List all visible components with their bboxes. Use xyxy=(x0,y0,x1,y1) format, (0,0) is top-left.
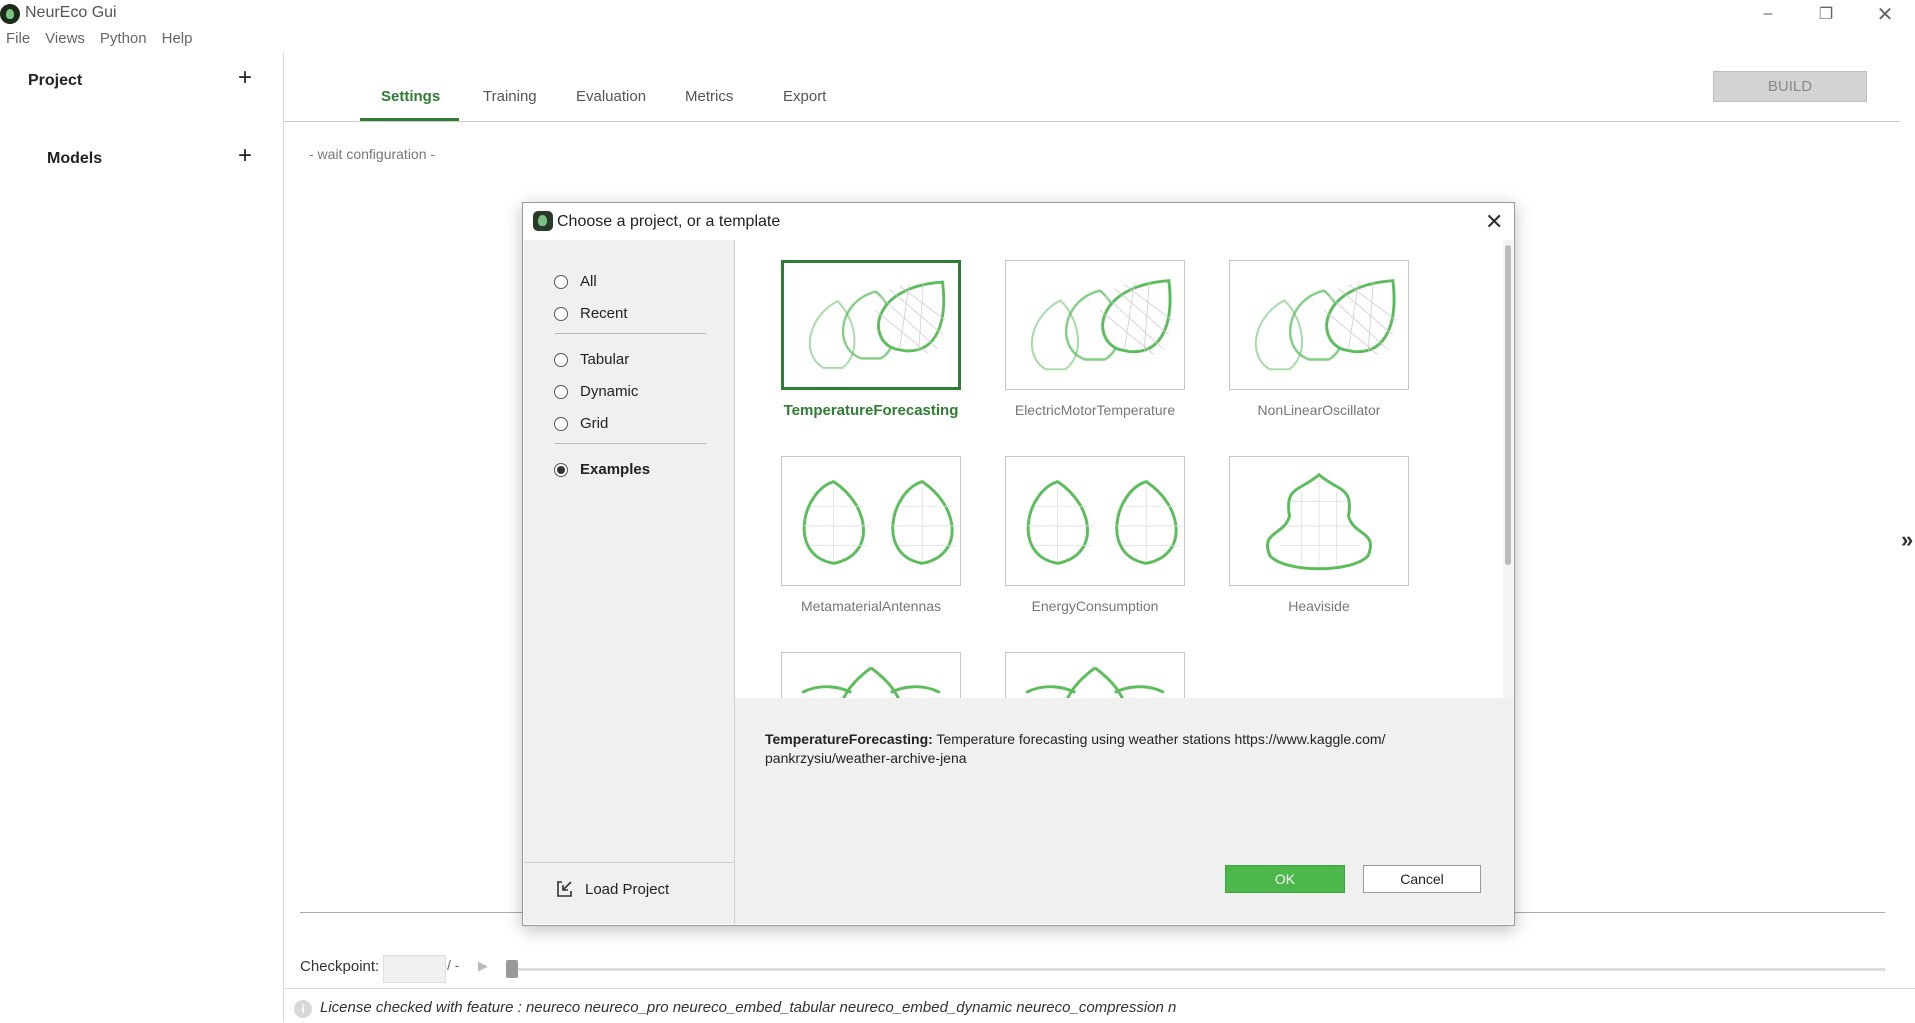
checkpoint-total: / - xyxy=(447,957,460,973)
filter-all[interactable]: All xyxy=(554,273,597,290)
template-card[interactable] xyxy=(781,260,961,390)
add-model-button[interactable]: + xyxy=(238,142,252,170)
menu-bar: File Views Python Help xyxy=(0,28,201,52)
dialog-close-icon[interactable]: ✕ xyxy=(1485,209,1503,235)
dialog-title: Choose a project, or a template xyxy=(557,213,781,230)
template-card[interactable] xyxy=(1229,260,1409,390)
filter-examples[interactable]: Examples xyxy=(554,461,650,478)
radio-recent[interactable] xyxy=(554,306,568,321)
two-drops-icon xyxy=(802,479,960,565)
template-card-label: TemperatureForecasting xyxy=(783,402,959,419)
right-panel-handle xyxy=(1900,52,1915,988)
filter-separator xyxy=(555,443,706,444)
filter-tabular[interactable]: Tabular xyxy=(554,351,629,368)
template-card[interactable] xyxy=(1005,260,1185,390)
radio-tabular[interactable] xyxy=(554,352,568,367)
checkpoint-slider-thumb[interactable] xyxy=(506,960,518,978)
filter-separator xyxy=(555,333,706,334)
restore-button[interactable]: ❐ xyxy=(1803,0,1849,28)
active-tab-indicator xyxy=(360,118,459,121)
lotus-icon xyxy=(1025,666,1165,698)
menu-help[interactable]: Help xyxy=(156,28,202,52)
three-leaves-icon xyxy=(1254,279,1397,371)
template-card[interactable] xyxy=(781,652,961,698)
filter-dynamic-label: Dynamic xyxy=(580,383,639,400)
filter-tabular-label: Tabular xyxy=(580,351,630,368)
load-project-icon xyxy=(557,881,572,897)
three-leaves-icon xyxy=(808,280,946,369)
menu-views[interactable]: Views xyxy=(39,28,94,52)
description-title: TemperatureForecasting: xyxy=(765,731,933,747)
lotus-icon xyxy=(801,666,941,698)
menu-file[interactable]: File xyxy=(0,28,39,52)
minimize-button[interactable]: – xyxy=(1745,0,1791,28)
tab-settings[interactable]: Settings xyxy=(381,88,440,105)
tab-metrics[interactable]: Metrics xyxy=(685,88,733,105)
filter-grid[interactable]: Grid xyxy=(554,415,608,432)
close-window-button[interactable]: ✕ xyxy=(1862,0,1908,28)
template-card-label: MetamaterialAntennas xyxy=(800,598,942,614)
tab-export[interactable]: Export xyxy=(783,88,826,105)
cancel-button[interactable]: Cancel xyxy=(1363,865,1481,893)
tab-training[interactable]: Training xyxy=(483,88,537,105)
template-card[interactable] xyxy=(781,456,961,586)
hourglass-leaf-icon xyxy=(1266,472,1372,571)
add-project-button[interactable]: + xyxy=(238,64,252,92)
project-label: Project xyxy=(28,72,83,89)
load-project-button[interactable]: Load Project xyxy=(555,880,669,898)
filter-panel: All Recent Tabular Dynamic Grid Examples xyxy=(524,240,735,924)
title-bar: NeurEco Gui – ❐ ✕ xyxy=(0,0,1915,28)
dialog-logo-icon xyxy=(533,211,553,231)
template-card-label: EnergyConsumption xyxy=(1031,598,1159,614)
two-drops-icon xyxy=(1026,479,1184,565)
template-card[interactable] xyxy=(1005,652,1185,698)
app-title: NeurEco Gui xyxy=(25,4,117,21)
radio-all[interactable] xyxy=(554,274,568,289)
filter-all-label: All xyxy=(580,273,597,290)
load-separator xyxy=(524,862,734,863)
tab-evaluation[interactable]: Evaluation xyxy=(576,88,646,105)
template-card-label: NonLinearOscillator xyxy=(1257,402,1381,418)
expand-right-icon[interactable]: » xyxy=(1901,527,1913,553)
filter-dynamic[interactable]: Dynamic xyxy=(554,383,638,400)
license-status-text: License checked with feature : neureco n… xyxy=(320,999,1177,1016)
template-scrollbar-thumb[interactable] xyxy=(1505,245,1511,565)
filter-recent-label: Recent xyxy=(580,305,628,322)
radio-grid[interactable] xyxy=(554,416,568,431)
template-card[interactable] xyxy=(1229,456,1409,586)
template-grid: TemperatureForecasting ElectricMotorTempe… xyxy=(735,240,1499,698)
radio-dynamic[interactable] xyxy=(554,384,568,399)
template-card[interactable] xyxy=(1005,456,1185,586)
template-description: TemperatureForecasting: Temperature fore… xyxy=(765,730,1465,768)
three-leaves-icon xyxy=(1030,279,1173,371)
ok-button[interactable]: OK xyxy=(1225,865,1345,893)
filter-recent[interactable]: Recent xyxy=(554,305,628,322)
checkpoint-input[interactable] xyxy=(383,955,446,983)
radio-examples[interactable] xyxy=(554,462,568,477)
play-icon[interactable]: ▶ xyxy=(478,958,488,974)
checkpoint-slider[interactable] xyxy=(512,968,1885,971)
template-card-label: ElectricMotorTemperature xyxy=(1014,402,1176,418)
info-icon: i xyxy=(294,1000,312,1018)
description-panel: TemperatureForecasting: Temperature fore… xyxy=(735,698,1513,924)
template-card-label: Heaviside xyxy=(1288,598,1350,614)
sidebar: Project + Models + xyxy=(0,52,284,1022)
checkpoint-label: Checkpoint: xyxy=(300,958,380,975)
models-label: Models xyxy=(47,150,103,167)
wait-configuration-text: - wait configuration - xyxy=(309,146,436,162)
filter-grid-label: Grid xyxy=(580,415,609,432)
build-button[interactable]: BUILD xyxy=(1713,71,1867,102)
load-project-label: Load Project xyxy=(585,880,670,898)
tab-bar: Settings Training Evaluation Metrics Exp… xyxy=(284,52,1900,122)
filter-examples-label: Examples xyxy=(580,461,651,478)
menu-python[interactable]: Python xyxy=(94,28,156,52)
choose-project-dialog: Choose a project, or a template ✕ All Re… xyxy=(522,202,1515,926)
app-logo-icon xyxy=(0,4,20,24)
